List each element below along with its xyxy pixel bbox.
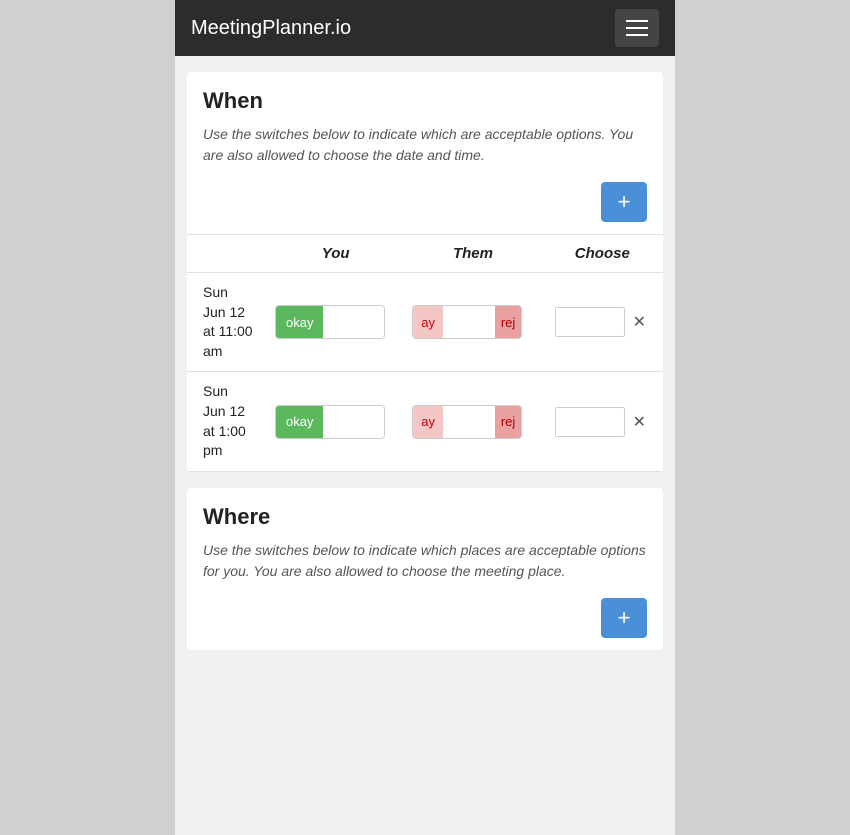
- date-cell-1: SunJun 12at 1:00 pm: [187, 372, 267, 471]
- them-left-label-0[interactable]: ay: [413, 306, 443, 338]
- them-toggle-cell-0: ay rej: [404, 273, 541, 372]
- choose-cell-0: ✕: [542, 273, 663, 372]
- where-add-button[interactable]: +: [601, 598, 647, 638]
- when-section: When Use the switches below to indicate …: [187, 72, 663, 472]
- hamburger-line-1: [626, 20, 648, 22]
- them-toggle-cell-1: ay rej: [404, 372, 541, 471]
- page-wrapper: MeetingPlanner.io When Use the switches …: [0, 0, 850, 835]
- hamburger-menu-button[interactable]: [615, 9, 659, 47]
- you-toggle-group-0[interactable]: okay: [275, 305, 385, 339]
- when-section-header: When Use the switches below to indicate …: [187, 72, 663, 174]
- when-add-button[interactable]: +: [601, 182, 647, 222]
- when-description: Use the switches below to indicate which…: [203, 124, 647, 166]
- you-toggle-cell-1: okay: [267, 372, 404, 471]
- them-toggle-group-1[interactable]: ay rej: [412, 405, 522, 439]
- choose-group-0: ✕: [550, 307, 655, 337]
- them-left-label-1[interactable]: ay: [413, 406, 443, 438]
- table-header-row: You Them Choose: [187, 235, 663, 273]
- you-okay-label-1[interactable]: okay: [276, 406, 323, 438]
- you-okay-label-0[interactable]: okay: [276, 306, 323, 338]
- you-toggle-group-1[interactable]: okay: [275, 405, 385, 439]
- you-toggle-cell-0: okay: [267, 273, 404, 372]
- you-toggle-right-1[interactable]: [323, 406, 384, 438]
- choose-input-0[interactable]: [555, 307, 625, 337]
- when-title: When: [203, 88, 647, 114]
- col-header-you: You: [267, 235, 404, 273]
- where-description: Use the switches below to indicate which…: [203, 540, 647, 582]
- them-toggle-middle-0[interactable]: [443, 306, 495, 338]
- table-row: SunJun 12at 11:00 am okay ay rej ✕: [187, 273, 663, 372]
- date-cell-0: SunJun 12at 11:00 am: [187, 273, 267, 372]
- hamburger-line-2: [626, 27, 648, 29]
- header: MeetingPlanner.io: [175, 0, 675, 56]
- them-toggle-group-0[interactable]: ay rej: [412, 305, 522, 339]
- choose-group-1: ✕: [550, 407, 655, 437]
- where-section: Where Use the switches below to indicate…: [187, 488, 663, 650]
- col-header-them: Them: [404, 235, 541, 273]
- them-rej-label-1[interactable]: rej: [495, 406, 521, 438]
- them-toggle-middle-1[interactable]: [443, 406, 495, 438]
- table-row: SunJun 12at 1:00 pm okay ay rej ✕: [187, 372, 663, 471]
- col-header-date: [187, 235, 267, 273]
- choose-input-1[interactable]: [555, 407, 625, 437]
- you-toggle-right-0[interactable]: [323, 306, 384, 338]
- when-add-btn-row: +: [187, 174, 663, 234]
- delete-row-button-1[interactable]: ✕: [629, 412, 650, 432]
- them-rej-label-0[interactable]: rej: [495, 306, 521, 338]
- delete-row-button-0[interactable]: ✕: [629, 312, 650, 332]
- where-section-header: Where Use the switches below to indicate…: [187, 488, 663, 590]
- hamburger-line-3: [626, 34, 648, 36]
- when-table: You Them Choose SunJun 12at 11:00 am oka…: [187, 234, 663, 472]
- col-header-choose: Choose: [542, 235, 663, 273]
- choose-cell-1: ✕: [542, 372, 663, 471]
- app-title: MeetingPlanner.io: [191, 17, 351, 40]
- where-add-btn-row: +: [187, 590, 663, 650]
- app-container: MeetingPlanner.io When Use the switches …: [175, 0, 675, 835]
- where-title: Where: [203, 504, 647, 530]
